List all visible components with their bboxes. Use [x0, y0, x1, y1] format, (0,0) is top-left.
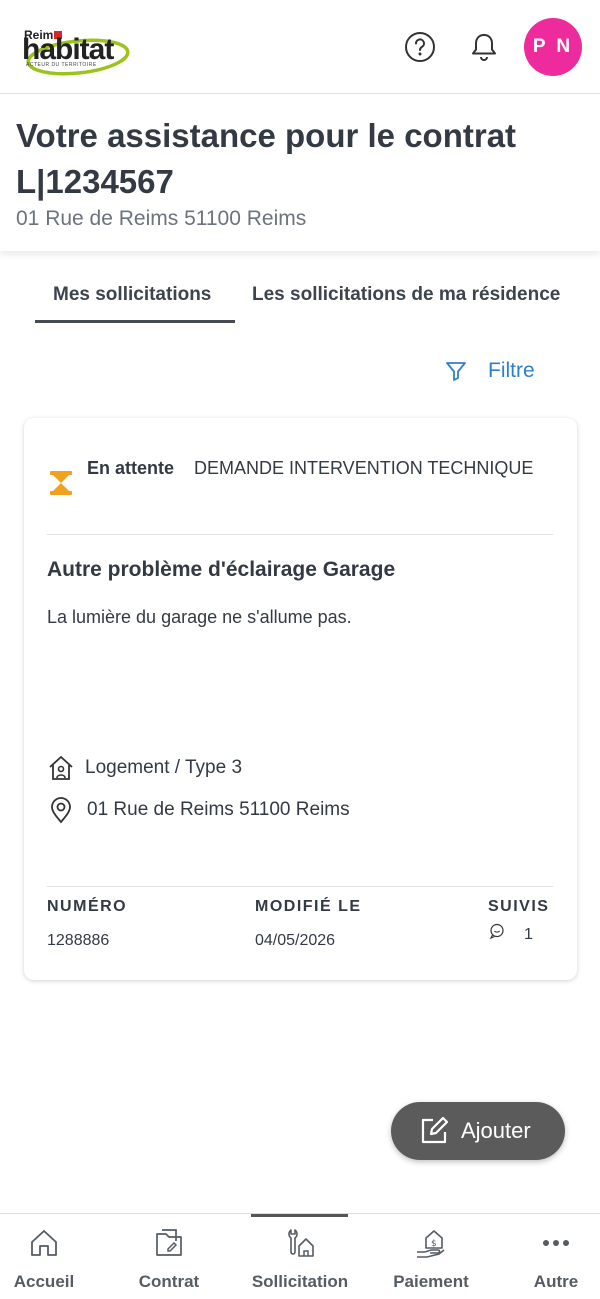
nav-request[interactable]: Sollicitation: [245, 1214, 355, 1299]
tab-my-requests[interactable]: Mes sollicitations: [53, 284, 211, 306]
address-row: 01 Rue de Reims 51100 Reims: [47, 796, 350, 824]
help-icon: [405, 32, 435, 62]
app-header: Reims habitat ACTEUR DU TERRITOIRE P N: [0, 0, 600, 94]
help-button[interactable]: [403, 30, 437, 64]
edit-icon: [421, 1116, 449, 1144]
contract-icon: [156, 1229, 182, 1256]
card-divider: [47, 534, 553, 535]
request-card[interactable]: En attente DEMANDE INTERVENTION TECHNIQU…: [24, 418, 577, 980]
add-request-button[interactable]: Ajouter: [391, 1102, 565, 1160]
logo-main-text: habitat: [22, 33, 114, 66]
follow-label: SUIVIS: [488, 898, 550, 915]
payment-icon: $: [417, 1230, 445, 1258]
home-icon: [31, 1230, 57, 1256]
wrench-house-icon: [288, 1229, 314, 1257]
bottom-navigation: Accueil Contrat Sollicitation $ Paiement…: [0, 1213, 600, 1299]
request-description: La lumière du garage ne s'allume pas.: [47, 607, 352, 627]
add-button-label: Ajouter: [461, 1118, 531, 1143]
nav-payment-label: Paiement: [393, 1272, 469, 1291]
notifications-button[interactable]: [467, 30, 501, 64]
filter-icon: [446, 362, 466, 381]
more-icon: [543, 1240, 569, 1246]
nav-more[interactable]: Autre: [520, 1214, 592, 1299]
nav-contract-label: Contrat: [138, 1272, 200, 1291]
nav-more-label: Autre: [533, 1272, 579, 1291]
filter-label: Filtre: [488, 359, 535, 382]
bell-icon: [472, 34, 496, 61]
number-label: NUMÉRO: [47, 898, 128, 915]
request-title: Autre problème d'éclairage Garage: [47, 558, 396, 581]
hourglass-icon: [50, 471, 72, 495]
tab-residence-requests[interactable]: Les sollicitations de ma résidence: [252, 284, 560, 306]
nav-contract[interactable]: Contrat: [129, 1214, 209, 1299]
address-text: 01 Rue de Reims 51100 Reims: [87, 799, 350, 820]
nav-home-label: Accueil: [13, 1272, 75, 1291]
page-title: Votre assistance pour le contrat L|12345…: [16, 117, 517, 200]
house-icon: [49, 756, 73, 780]
reims-habitat-logo[interactable]: Reims habitat ACTEUR DU TERRITOIRE: [20, 26, 132, 82]
modified-value: 04/05/2026: [255, 932, 336, 949]
nav-payment[interactable]: $ Paiement: [386, 1214, 476, 1299]
tabs-bar: Mes sollicitations Les sollicitations de…: [0, 270, 600, 325]
location-pin-icon: [51, 797, 71, 824]
card-divider: [47, 886, 553, 887]
chat-bubble-icon: [489, 923, 504, 939]
number-value: 1288886: [47, 932, 110, 949]
modified-label: MODIFIÉ LE: [255, 898, 362, 915]
nav-request-label: Sollicitation: [251, 1272, 349, 1291]
follow-value: 1: [524, 926, 533, 943]
nav-home[interactable]: Accueil: [4, 1214, 84, 1299]
page-subtitle-address: 01 Rue de Reims 51100 Reims: [16, 207, 307, 230]
request-status: En attente: [87, 458, 175, 478]
logo-sub-text: ACTEUR DU TERRITOIRE: [26, 62, 97, 68]
filter-button[interactable]: Filtre: [444, 356, 535, 386]
request-type: DEMANDE INTERVENTION TECHNIQUE: [194, 458, 534, 478]
housing-text: Logement / Type 3: [85, 757, 243, 778]
svg-text:$: $: [431, 1239, 437, 1249]
active-tab-indicator: [35, 320, 235, 323]
page-title-block: Votre assistance pour le contrat L|12345…: [0, 95, 600, 251]
housing-row: Logement / Type 3: [47, 754, 242, 782]
user-avatar[interactable]: P N: [524, 18, 582, 76]
